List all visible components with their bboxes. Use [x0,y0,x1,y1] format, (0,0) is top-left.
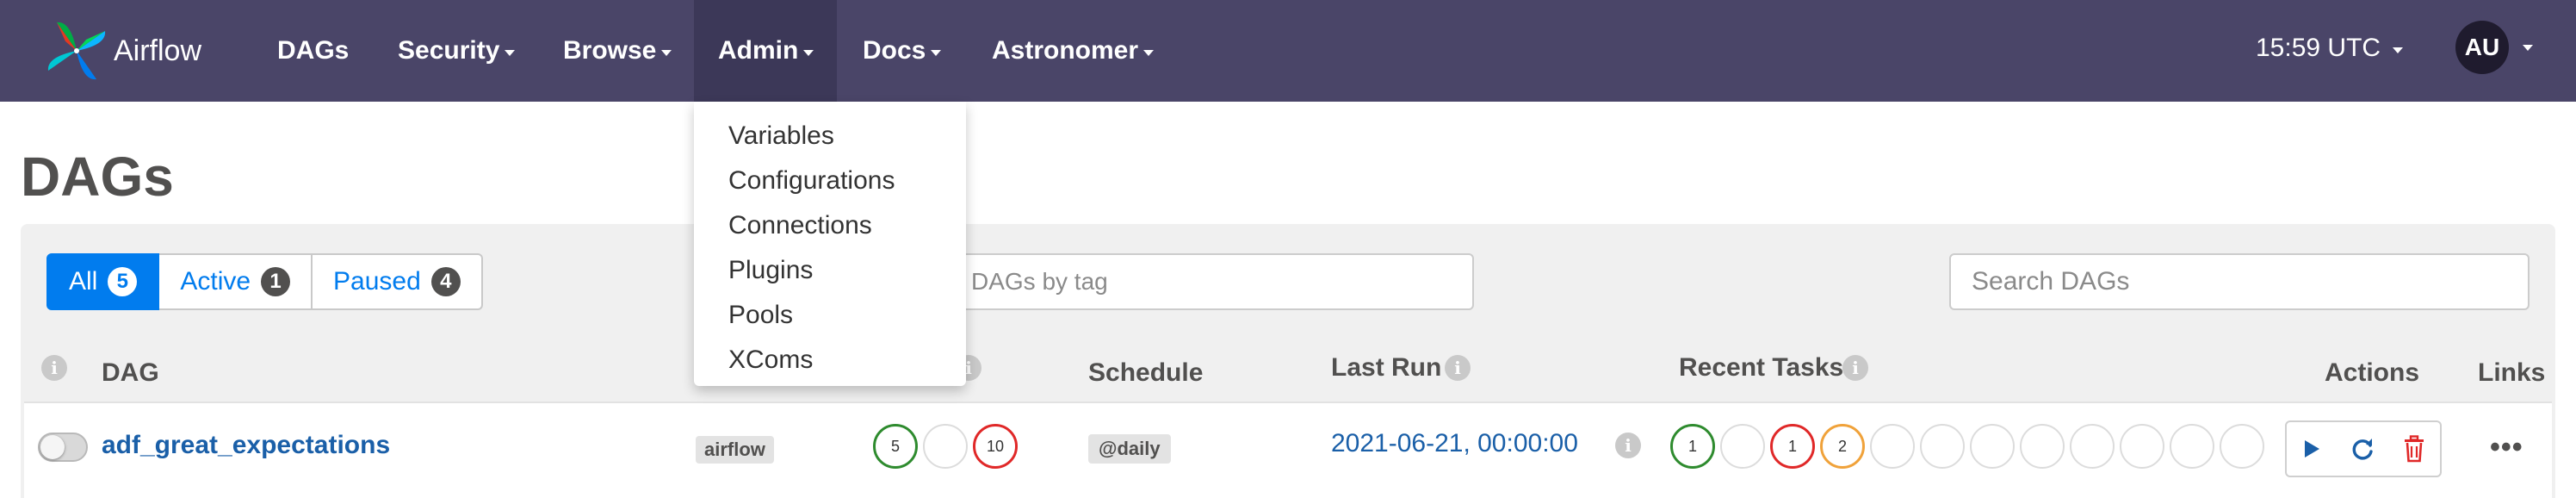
task-status-queued[interactable] [2020,424,2065,469]
filter-active-count: 1 [261,267,291,296]
nav-security-label: Security [398,36,500,65]
play-icon [2305,440,2319,458]
task-status-removed[interactable] [2220,424,2264,469]
filter-paused-label: Paused [333,267,421,296]
menu-item-plugins[interactable]: Plugins [694,248,966,293]
col-header-links: Links [2478,358,2546,387]
page-title: DAGs [21,146,174,208]
nav-dags-label: DAGs [277,36,350,65]
col-header-last-run: Last Run [1331,353,1442,382]
top-navbar: Airflow DAGs Security Browse Admin Docs … [0,0,2576,102]
nav-docs[interactable]: Docs [863,0,942,102]
menu-item-configurations[interactable]: Configurations [694,159,966,203]
filter-paused-count: 4 [430,267,461,296]
task-status-running[interactable] [1720,424,1765,469]
nav-admin-label: Admin [718,36,799,65]
filter-paused-button[interactable]: Paused 4 [313,253,483,310]
delete-dag-button[interactable] [2388,420,2442,477]
nav-astronomer[interactable]: Astronomer [992,0,1155,102]
task-status-up-for-reschedule[interactable] [1970,424,2015,469]
nav-security[interactable]: Security [398,0,516,102]
refresh-dag-button[interactable] [2337,420,2390,477]
brand-name: Airflow [114,34,202,67]
run-status-success[interactable]: 5 [873,424,918,469]
refresh-icon [2352,439,2373,460]
airflow-logo[interactable]: Airflow [45,10,201,91]
filter-all-button[interactable]: All 5 [46,253,160,310]
owner-tag[interactable]: airflow [696,436,774,464]
menu-item-pools[interactable]: Pools [694,293,966,338]
caret-down-icon [1143,49,1155,56]
admin-dropdown-menu: Variables Configurations Connections Plu… [694,102,966,386]
task-status-skipped[interactable] [1870,424,1915,469]
menu-item-connections[interactable]: Connections [694,203,966,248]
caret-down-icon [2523,44,2533,51]
search-dags-input[interactable] [1949,253,2530,310]
trash-icon [2405,435,2424,463]
col-header-actions: Actions [2325,358,2420,387]
pinwheel-icon [47,22,106,80]
col-header-dag[interactable]: DAG [102,358,159,388]
info-icon[interactable]: i [1842,355,1868,381]
task-status-scheduled[interactable] [2120,424,2164,469]
user-menu[interactable]: AU [2455,21,2533,74]
nav-dags[interactable]: DAGs [277,0,349,102]
dag-id-link[interactable]: adf_great_expectations [102,431,390,460]
nav-astronomer-label: Astronomer [992,36,1139,65]
filter-active-label: Active [180,267,251,296]
nav-docs-label: Docs [863,36,926,65]
info-icon[interactable]: i [1445,355,1471,381]
run-status-failed[interactable]: 10 [973,424,1018,469]
caret-down-icon [803,49,814,56]
task-status-none[interactable] [2070,424,2115,469]
dag-pause-toggle[interactable] [38,433,88,462]
menu-item-variables[interactable]: Variables [694,114,966,159]
filter-all-count: 5 [108,267,138,296]
filter-active-button[interactable]: Active 1 [159,253,313,310]
more-links-icon[interactable]: ••• [2490,431,2523,464]
run-status-running[interactable] [923,424,968,469]
col-header-recent-tasks: Recent Tasks [1679,353,1844,382]
last-run-link[interactable]: 2021-06-21, 00:00:00 [1331,429,1578,458]
menu-item-xcoms[interactable]: XComs [694,338,966,383]
info-icon[interactable]: i [41,355,67,381]
caret-down-icon [661,49,672,56]
task-status-up-for-retry[interactable] [1920,424,1965,469]
caret-down-icon [505,49,516,56]
nav-browse-label: Browse [563,36,657,65]
trigger-dag-button[interactable] [2285,420,2338,477]
avatar: AU [2455,21,2509,74]
col-header-schedule: Schedule [1088,358,1204,387]
caret-down-icon [931,49,942,56]
timezone-clock[interactable]: 15:59 UTC [2256,0,2404,96]
clock-time: 15:59 UTC [2256,34,2381,62]
task-status-upstream-failed[interactable]: 2 [1820,424,1865,469]
nav-admin[interactable]: Admin [694,0,837,102]
info-icon[interactable]: i [1615,433,1641,458]
caret-down-icon [2393,47,2404,53]
status-filter-group: All 5 Active 1 Paused 4 [46,253,483,310]
schedule-tag[interactable]: @daily [1088,434,1171,464]
task-status-failed[interactable]: 1 [1770,424,1815,469]
task-status-deferred[interactable] [2170,424,2214,469]
task-status-success[interactable]: 1 [1670,424,1715,469]
filter-all-label: All [69,267,98,296]
nav-browse[interactable]: Browse [563,0,672,102]
